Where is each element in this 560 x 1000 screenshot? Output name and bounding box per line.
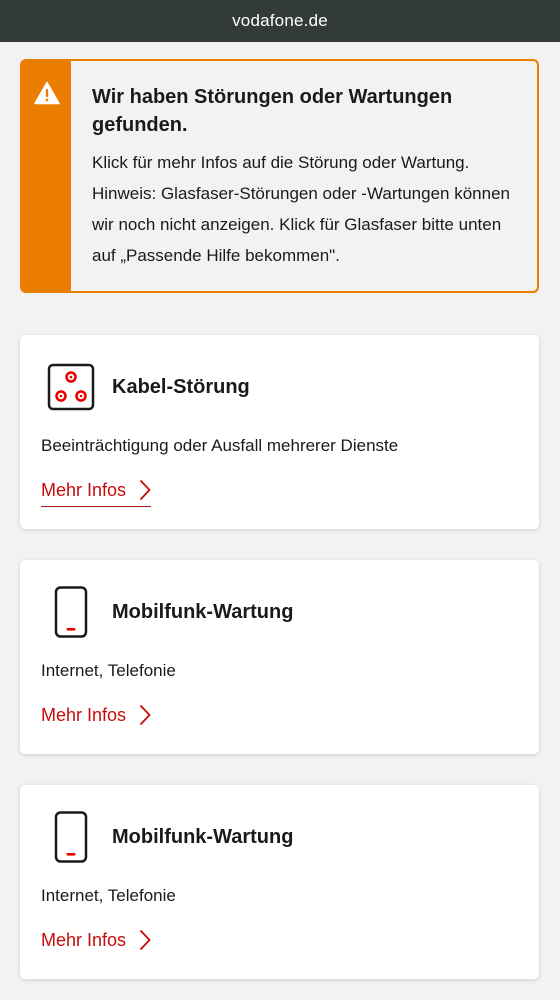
cable-box-icon bbox=[47, 363, 95, 411]
card-header: Mobilfunk-Wartung bbox=[47, 586, 294, 638]
alert-title: Wir haben Störungen oder Wartungen gefun… bbox=[92, 86, 453, 136]
outage-card-mobile-2[interactable]: Mobilfunk-Wartung Internet, Telefonie Me… bbox=[20, 785, 539, 979]
alert-side-strip bbox=[22, 61, 71, 291]
more-info-label: Mehr Infos bbox=[41, 479, 127, 500]
card-description: Internet, Telefonie bbox=[41, 661, 176, 680]
more-info-link[interactable]: Mehr Infos bbox=[41, 704, 151, 726]
outage-card-mobile-1[interactable]: Mobilfunk-Wartung Internet, Telefonie Me… bbox=[20, 560, 539, 754]
card-description: Internet, Telefonie bbox=[41, 886, 176, 905]
more-info-label: Mehr Infos bbox=[41, 704, 127, 725]
warning-triangle-icon bbox=[33, 81, 60, 291]
card-title: Mobilfunk-Wartung bbox=[112, 825, 294, 848]
outage-card-cable[interactable]: Kabel-Störung Beeinträchtigung oder Ausf… bbox=[20, 335, 539, 529]
card-title: Mobilfunk-Wartung bbox=[112, 600, 294, 623]
chevron-right-icon bbox=[139, 479, 151, 501]
mobile-phone-icon bbox=[47, 586, 95, 638]
card-description: Beeinträchtigung oder Ausfall mehrerer D… bbox=[41, 436, 399, 455]
alert-body: Wir haben Störungen oder Wartungen gefun… bbox=[71, 61, 537, 291]
mobile-phone-icon bbox=[47, 811, 95, 863]
card-header: Kabel-Störung bbox=[47, 363, 250, 411]
more-info-link[interactable]: Mehr Infos bbox=[41, 929, 151, 951]
browser-url-bar[interactable]: vodafone.de bbox=[0, 0, 560, 42]
card-title: Kabel-Störung bbox=[112, 375, 250, 398]
chevron-right-icon bbox=[139, 704, 151, 726]
url-text[interactable]: vodafone.de bbox=[232, 11, 328, 31]
card-header: Mobilfunk-Wartung bbox=[47, 811, 294, 863]
alert-text: Klick für mehr Infos auf die Störung ode… bbox=[92, 153, 510, 265]
more-info-link[interactable]: Mehr Infos bbox=[41, 479, 152, 507]
chevron-right-icon bbox=[139, 929, 151, 951]
more-info-label: Mehr Infos bbox=[41, 929, 127, 950]
outage-alert-box: Wir haben Störungen oder Wartungen gefun… bbox=[20, 59, 539, 293]
